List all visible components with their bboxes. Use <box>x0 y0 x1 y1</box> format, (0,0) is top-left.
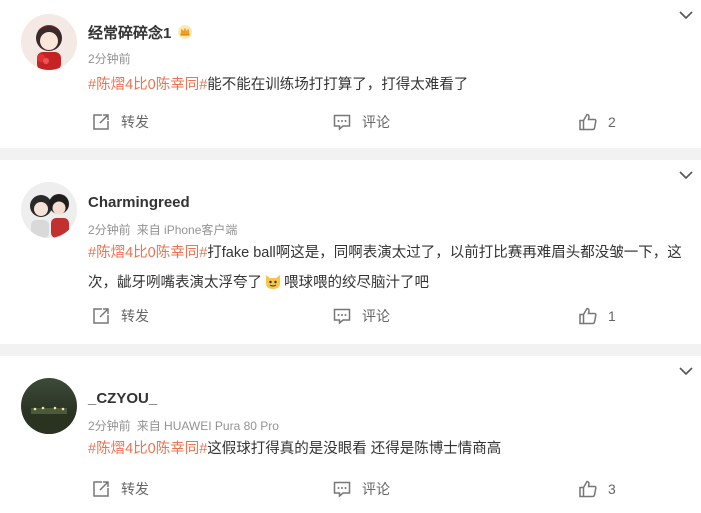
timestamp[interactable]: 2分钟前 <box>88 223 131 237</box>
thumbs-up-icon <box>579 113 597 131</box>
post-content: #陈熠4比0陈幸同#能不能在训练场打打算了，打得太难看了 <box>88 70 685 100</box>
action-bar: 转发 评论 2 <box>88 110 701 134</box>
repost-icon <box>93 481 109 497</box>
repost-icon <box>93 114 109 130</box>
username[interactable]: _CZYOU_ <box>88 390 157 407</box>
post-content: #陈熠4比0陈幸同#这假球打得真的是没眼看 还得是陈博士情商高 <box>88 434 685 464</box>
comment-button[interactable]: 评论 <box>332 304 390 328</box>
like-count: 1 <box>608 308 616 324</box>
repost-button[interactable]: 转发 <box>91 110 149 134</box>
comment-label: 评论 <box>362 481 390 497</box>
cat-face-emoji-icon <box>264 271 282 289</box>
source: 来自 HUAWEI Pura 80 Pro <box>136 419 279 433</box>
post-text: 这假球打得真的是没眼看 还得是陈博士情商高 <box>207 441 502 457</box>
post-meta: 2分钟前 <box>88 50 131 67</box>
post-text-end: 喂球喂的绞尽脑汁了吧 <box>284 275 429 291</box>
source: 来自 iPhone客户端 <box>136 223 238 237</box>
crown-badge-icon <box>177 23 193 43</box>
post-text: 能不能在训练场打打算了，打得太难看了 <box>207 77 469 93</box>
action-bar: 转发 评论 3 <box>88 477 701 501</box>
like-button[interactable]: 1 <box>578 304 616 328</box>
like-button[interactable]: 2 <box>578 110 616 134</box>
avatar[interactable] <box>21 182 77 238</box>
comment-button[interactable]: 评论 <box>332 110 390 134</box>
hashtag-link[interactable]: #陈熠4比0陈幸同# <box>88 245 207 261</box>
like-count: 3 <box>608 481 616 497</box>
comment-label: 评论 <box>362 308 390 324</box>
post-meta: 2分钟前 来自 HUAWEI Pura 80 Pro <box>88 417 279 434</box>
like-count: 2 <box>608 114 616 130</box>
action-bar: 转发 评论 1 <box>88 304 701 328</box>
comment-icon <box>333 481 351 498</box>
username[interactable]: 经常碎碎念1 <box>88 22 193 43</box>
post-card-2: Charmingreed 2分钟前 来自 iPhone客户端 #陈熠4比0陈幸同#… <box>0 160 701 344</box>
thumbs-up-icon <box>579 307 597 325</box>
username[interactable]: Charmingreed <box>88 194 190 211</box>
post-card-3: _CZYOU_ 2分钟前 来自 HUAWEI Pura 80 Pro #陈熠4比0… <box>0 356 701 513</box>
post-meta: 2分钟前 来自 iPhone客户端 <box>88 221 237 238</box>
thumbs-up-icon <box>579 480 597 498</box>
post-content: #陈熠4比0陈幸同#打fake ball啊这是，同啊表演太过了，以前打比赛再难眉… <box>88 238 685 298</box>
avatar[interactable] <box>21 14 77 70</box>
comment-icon <box>333 308 351 325</box>
comment-label: 评论 <box>362 114 390 130</box>
comment-button[interactable]: 评论 <box>332 477 390 501</box>
chevron-down-icon[interactable] <box>677 166 695 184</box>
repost-label: 转发 <box>121 308 149 324</box>
repost-label: 转发 <box>121 114 149 130</box>
hashtag-link[interactable]: #陈熠4比0陈幸同# <box>88 77 207 93</box>
post-card-1: 经常碎碎念1 2分钟前 #陈熠4比0陈幸同#能不能在训练场打打算了，打得太难看了… <box>0 0 701 148</box>
comment-icon <box>333 114 351 131</box>
chevron-down-icon[interactable] <box>677 362 695 380</box>
timestamp[interactable]: 2分钟前 <box>88 52 131 66</box>
chevron-down-icon[interactable] <box>677 6 695 24</box>
repost-button[interactable]: 转发 <box>91 304 149 328</box>
repost-icon <box>93 308 109 324</box>
repost-button[interactable]: 转发 <box>91 477 149 501</box>
like-button[interactable]: 3 <box>578 477 616 501</box>
timestamp[interactable]: 2分钟前 <box>88 419 131 433</box>
hashtag-link[interactable]: #陈熠4比0陈幸同# <box>88 441 207 457</box>
avatar[interactable] <box>21 378 77 434</box>
repost-label: 转发 <box>121 481 149 497</box>
